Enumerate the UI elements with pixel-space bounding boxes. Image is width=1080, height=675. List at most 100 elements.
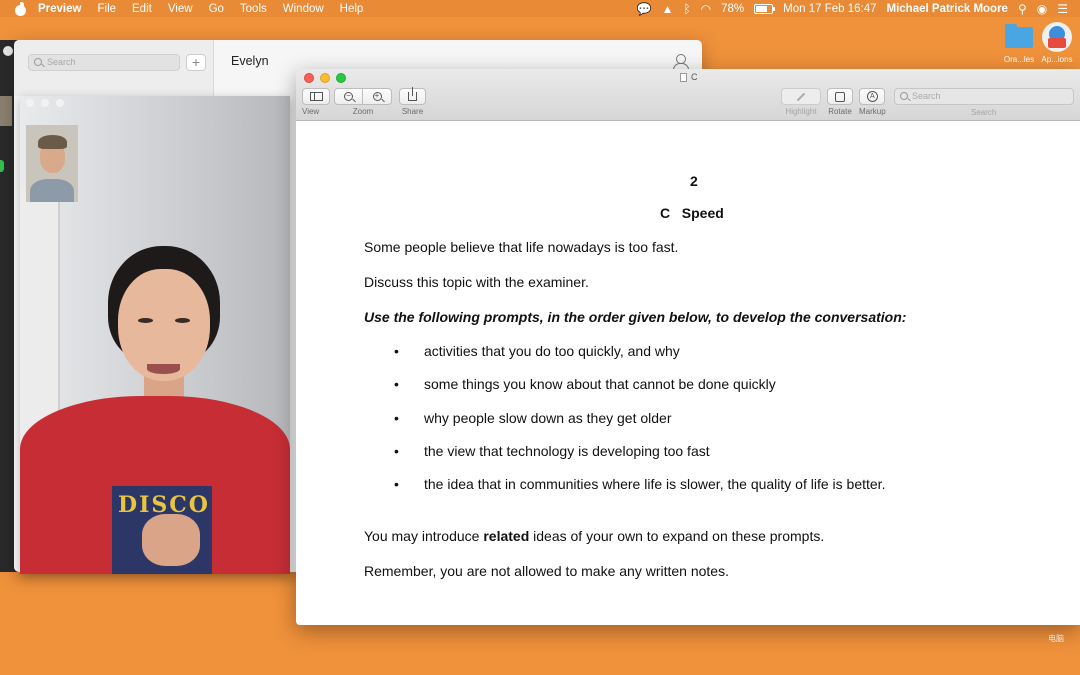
document-title-text: C <box>691 72 698 82</box>
battery-icon[interactable] <box>754 3 776 14</box>
menu-edit[interactable]: Edit <box>132 3 152 15</box>
video-person-mouth <box>147 364 180 374</box>
rotate-button[interactable] <box>827 88 853 105</box>
pip-shirt <box>30 179 74 202</box>
bullet: • <box>394 410 399 426</box>
list-item: • activities that you do too quickly, and… <box>394 343 680 359</box>
bullet-text: activities that you do too quickly, and … <box>424 343 680 359</box>
zoom-out-icon: − <box>344 92 353 101</box>
document-page[interactable]: 2 C Speed Some people believe that life … <box>296 122 1080 625</box>
bullet-text: the idea that in communities where life … <box>424 476 886 492</box>
bullet-text: why people slow down as they get older <box>424 410 672 426</box>
desktop-corner-label: 电脑 <box>1048 634 1064 643</box>
menu-view[interactable]: View <box>168 3 193 15</box>
menu-help[interactable]: Help <box>340 3 364 15</box>
apple-menu-icon[interactable] <box>14 1 28 16</box>
instruction-line: Use the following prompts, in the order … <box>364 309 907 325</box>
search-label: Search <box>971 108 997 117</box>
menu-window[interactable]: Window <box>283 3 324 15</box>
spotlight-icon[interactable]: ⚲ <box>1018 2 1027 16</box>
share-label: Share <box>401 107 424 116</box>
desktop-folder[interactable]: Ora...les <box>998 22 1040 64</box>
compose-button[interactable]: + <box>186 54 206 71</box>
intro-line-1: Some people believe that life nowadays i… <box>364 239 679 255</box>
markup-button[interactable]: A <box>859 88 886 105</box>
video-person-eye <box>138 318 153 323</box>
highlight-group: Highlight <box>781 88 821 116</box>
highlighter-icon <box>796 92 806 101</box>
outro-bold-word: related <box>483 528 530 544</box>
rotate-group: Rotate <box>827 88 853 116</box>
folder-icon <box>1004 22 1034 52</box>
notification-center-icon[interactable]: ☰ <box>1057 2 1068 16</box>
bullet: • <box>394 343 399 359</box>
share-icon <box>408 87 417 101</box>
search-icon <box>34 58 42 66</box>
list-item: • some things you know about that cannot … <box>394 376 776 392</box>
markup-icon: A <box>866 91 878 102</box>
bullet: • <box>394 476 399 492</box>
close-icon[interactable] <box>26 99 34 107</box>
preview-search-placeholder: Search <box>912 91 941 101</box>
video-person-hands <box>142 514 200 566</box>
zoom-in-icon: + <box>372 92 382 101</box>
document-heading: C Speed <box>660 205 724 221</box>
zoom-out-button[interactable]: − <box>334 88 363 105</box>
zoom-label: Zoom <box>352 107 374 116</box>
messages-search-placeholder: Search <box>47 57 76 67</box>
wifi-icon[interactable]: ◠ <box>701 2 711 16</box>
facetime-window-controls[interactable] <box>26 99 64 107</box>
close-button[interactable] <box>304 73 314 83</box>
markup-group: A Markup <box>859 88 886 116</box>
zoom-group: − + Zoom <box>334 88 392 116</box>
minimize-button[interactable] <box>320 73 330 83</box>
highlight-label: Highlight <box>785 107 817 116</box>
intro-line-2: Discuss this topic with the examiner. <box>364 274 589 290</box>
app-icon <box>1042 22 1072 52</box>
preview-search-input[interactable]: Search <box>894 88 1074 105</box>
rotate-icon <box>835 91 845 102</box>
siri-icon[interactable]: ◉ <box>1037 2 1047 16</box>
bluetooth-icon[interactable]: ᛒ <box>683 2 690 16</box>
document-title[interactable]: C <box>680 72 698 82</box>
user-name[interactable]: Michael Patrick Moore <box>887 3 1008 15</box>
window-dot-icon <box>3 46 13 56</box>
preview-window[interactable]: C View − + Zoom Share Highlight Rotate A… <box>296 69 1080 625</box>
vlc-icon[interactable]: ▲ <box>662 2 674 16</box>
zoom-in-button[interactable]: + <box>363 88 392 105</box>
messages-search-input[interactable]: Search <box>28 54 180 71</box>
menu-app-preview[interactable]: Preview <box>38 3 81 15</box>
menu-bar: Preview File Edit View Go Tools Window H… <box>0 0 1080 17</box>
desktop-app-label: Ap...ions <box>1041 55 1073 64</box>
sidebar-icon <box>309 92 323 101</box>
menu-go[interactable]: Go <box>209 3 224 15</box>
contact-info-icon[interactable] <box>673 54 689 71</box>
document-icon <box>680 72 687 82</box>
desktop-folder-label: Ora...les <box>1003 55 1035 64</box>
preview-toolbar: C View − + Zoom Share Highlight Rotate A… <box>296 69 1080 121</box>
page-number: 2 <box>690 173 698 189</box>
view-button[interactable] <box>302 88 330 105</box>
desktop-app[interactable]: Ap...ions <box>1036 22 1078 64</box>
menu-file[interactable]: File <box>97 3 116 15</box>
self-view-pip[interactable] <box>26 125 78 202</box>
minimize-icon[interactable] <box>41 99 49 107</box>
highlight-button[interactable] <box>781 88 821 105</box>
outro-suffix: ideas of your own to expand on these pro… <box>529 528 825 544</box>
markup-label: Markup <box>859 107 886 116</box>
view-label: View <box>302 107 320 116</box>
share-group: Share <box>399 87 426 116</box>
zoom-button[interactable] <box>336 73 346 83</box>
bullet: • <box>394 443 399 459</box>
wechat-icon[interactable]: 💬 <box>637 2 652 16</box>
share-button[interactable] <box>399 87 426 105</box>
pip-hair <box>38 135 67 149</box>
facetime-window[interactable]: DISCO <box>20 96 290 574</box>
maximize-icon[interactable] <box>56 99 64 107</box>
search-icon <box>900 92 908 100</box>
window-controls[interactable] <box>304 73 346 83</box>
status-indicator <box>0 160 4 172</box>
clock[interactable]: Mon 17 Feb 16:47 <box>783 3 876 15</box>
menu-tools[interactable]: Tools <box>240 3 267 15</box>
list-item: • the view that technology is developing … <box>394 443 710 459</box>
